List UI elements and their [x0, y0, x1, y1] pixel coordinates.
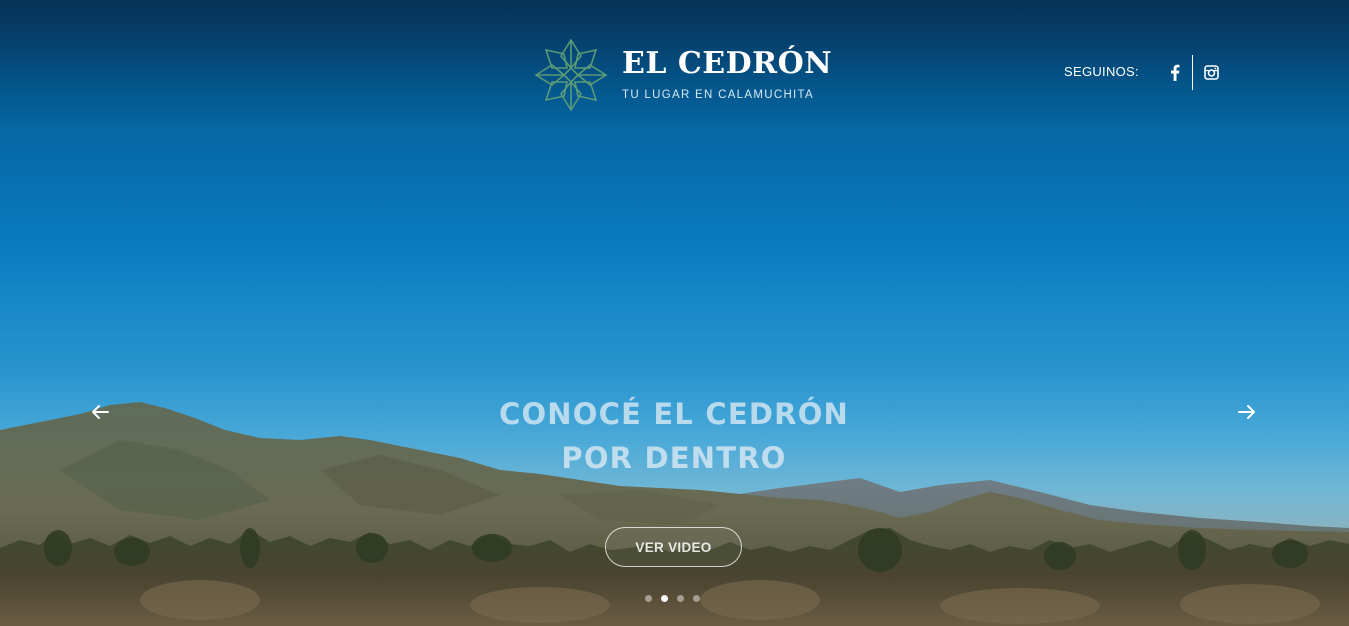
site-logo[interactable]: EL CEDRÓN TU LUGAR EN CALAMUCHITA — [534, 38, 832, 112]
instagram-link[interactable] — [1202, 62, 1220, 82]
facebook-icon — [1171, 64, 1180, 81]
slide-headline-line-1: CONOCÉ EL CEDRÓN — [498, 397, 850, 431]
slide-dot-4[interactable] — [693, 595, 700, 602]
slide-dot-1[interactable] — [645, 595, 652, 602]
brand-name: EL CEDRÓN — [622, 46, 833, 81]
arrow-right-icon — [1238, 405, 1255, 419]
slide-dot-3[interactable] — [677, 595, 684, 602]
slide-dot-2[interactable] — [661, 595, 668, 602]
watch-video-button[interactable]: VER VIDEO — [605, 527, 742, 567]
slide-headline: CONOCÉ EL CEDRÓN POR DENTRO — [424, 392, 924, 480]
facebook-link[interactable] — [1166, 62, 1184, 82]
brand-tagline: TU LUGAR EN CALAMUCHITA — [622, 89, 814, 101]
social-divider — [1192, 55, 1193, 90]
slider-prev-button[interactable] — [88, 400, 112, 424]
follow-label: SEGUINOS: — [1064, 64, 1139, 79]
slide-headline-line-2: POR DENTRO — [561, 441, 787, 475]
arrow-left-icon — [92, 405, 109, 419]
instagram-icon — [1203, 64, 1219, 80]
leaf-star-logo-icon — [534, 38, 608, 112]
slider-next-button[interactable] — [1235, 400, 1259, 424]
